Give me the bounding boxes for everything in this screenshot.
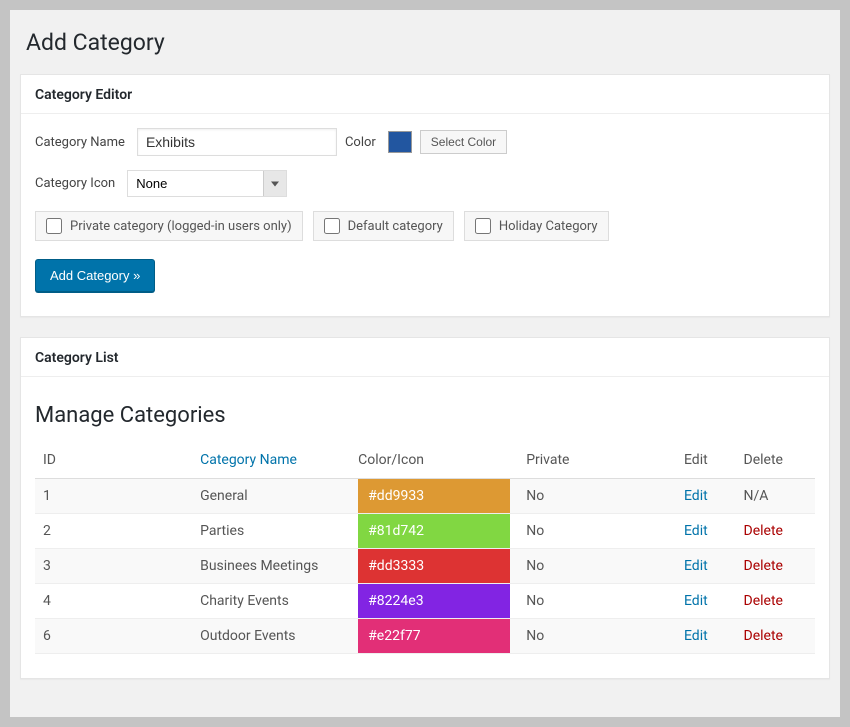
- cell-category-name: General: [192, 479, 350, 514]
- cell-color: #e22f77: [350, 619, 518, 654]
- table-row: 4Charity Events#8224e3No Edit Delete: [35, 584, 815, 619]
- private-checkbox-group[interactable]: Private category (logged-in users only): [35, 211, 303, 241]
- cell-edit: Edit: [676, 549, 736, 584]
- edit-link[interactable]: Edit: [684, 488, 708, 504]
- cell-delete: Delete: [736, 549, 815, 584]
- cell-category-name: Parties: [192, 514, 350, 549]
- icon-row: Category Icon: [35, 170, 815, 197]
- category-icon-select-wrap: [127, 170, 287, 197]
- cell-delete: N/A: [736, 479, 815, 514]
- select-color-button[interactable]: Select Color: [420, 130, 507, 154]
- cell-color: #dd9933: [350, 479, 518, 514]
- cell-edit: Edit: [676, 584, 736, 619]
- cell-id: 6: [35, 619, 192, 654]
- cell-private: No: [518, 619, 676, 654]
- holiday-checkbox-label: Holiday Category: [499, 219, 598, 234]
- default-checkbox[interactable]: [324, 218, 340, 234]
- holiday-checkbox[interactable]: [475, 218, 491, 234]
- cell-id: 3: [35, 549, 192, 584]
- page-wrap: Add Category Category Editor Category Na…: [10, 10, 840, 717]
- category-editor-panel: Category Editor Category Name Color Sele…: [20, 74, 830, 317]
- cell-color: #dd3333: [350, 549, 518, 584]
- color-label: Color: [345, 135, 376, 150]
- color-chip: #dd9933: [358, 479, 510, 513]
- cell-delete: Delete: [736, 514, 815, 549]
- delete-link[interactable]: Delete: [744, 593, 783, 609]
- delete-link[interactable]: Delete: [744, 523, 783, 539]
- name-color-row: Category Name Color Select Color: [35, 128, 815, 156]
- cell-color: #8224e3: [350, 584, 518, 619]
- col-id: ID: [35, 442, 192, 479]
- cell-edit: Edit: [676, 619, 736, 654]
- delete-link[interactable]: Delete: [744, 558, 783, 574]
- table-header-row: ID Category Name Color/Icon Private Edit…: [35, 442, 815, 479]
- color-chip: #8224e3: [358, 584, 510, 618]
- color-swatch[interactable]: [388, 131, 412, 153]
- cell-edit: Edit: [676, 479, 736, 514]
- cell-color: #81d742: [350, 514, 518, 549]
- cell-id: 1: [35, 479, 192, 514]
- color-chip: #e22f77: [358, 619, 510, 653]
- default-checkbox-label: Default category: [348, 219, 443, 234]
- cell-category-name: Charity Events: [192, 584, 350, 619]
- cell-category-name: Businees Meetings: [192, 549, 350, 584]
- category-list-panel: Category List Manage Categories ID Categ…: [20, 337, 830, 679]
- edit-link[interactable]: Edit: [684, 523, 708, 539]
- col-category-name[interactable]: Category Name: [192, 442, 350, 479]
- delete-na: N/A: [744, 488, 769, 504]
- manage-categories-heading: Manage Categories: [35, 403, 815, 428]
- category-editor-body: Category Name Color Select Color Categor…: [21, 114, 829, 316]
- category-list-body: Manage Categories ID Category Name Color…: [21, 377, 829, 678]
- col-color-icon: Color/Icon: [350, 442, 518, 479]
- cell-private: No: [518, 584, 676, 619]
- category-icon-select[interactable]: [127, 170, 287, 197]
- default-checkbox-group[interactable]: Default category: [313, 211, 454, 241]
- edit-link[interactable]: Edit: [684, 558, 708, 574]
- table-row: 3Businees Meetings#dd3333No Edit Delete: [35, 549, 815, 584]
- private-checkbox[interactable]: [46, 218, 62, 234]
- category-editor-heading: Category Editor: [21, 75, 829, 114]
- col-private: Private: [518, 442, 676, 479]
- edit-link[interactable]: Edit: [684, 593, 708, 609]
- category-icon-label: Category Icon: [35, 176, 115, 191]
- category-name-input[interactable]: [137, 128, 337, 156]
- categories-table: ID Category Name Color/Icon Private Edit…: [35, 442, 815, 654]
- cell-delete: Delete: [736, 619, 815, 654]
- category-name-label: Category Name: [35, 135, 125, 150]
- col-delete: Delete: [736, 442, 815, 479]
- cell-category-name: Outdoor Events: [192, 619, 350, 654]
- cell-id: 2: [35, 514, 192, 549]
- category-list-heading: Category List: [21, 338, 829, 377]
- table-row: 6Outdoor Events#e22f77NoEditDelete: [35, 619, 815, 654]
- cell-id: 4: [35, 584, 192, 619]
- cell-private: No: [518, 549, 676, 584]
- cell-private: No: [518, 514, 676, 549]
- private-checkbox-label: Private category (logged-in users only): [70, 219, 292, 234]
- cell-delete: Delete: [736, 584, 815, 619]
- color-chip: #dd3333: [358, 549, 510, 583]
- add-category-button[interactable]: Add Category »: [35, 259, 155, 292]
- cell-edit: Edit: [676, 514, 736, 549]
- checkbox-row: Private category (logged-in users only) …: [35, 211, 815, 241]
- color-chip: #81d742: [358, 514, 510, 548]
- page-title: Add Category: [20, 20, 830, 74]
- cell-private: No: [518, 479, 676, 514]
- table-row: 1General#dd9933No Edit N/A: [35, 479, 815, 514]
- col-edit: Edit: [676, 442, 736, 479]
- table-row: 2Parties#81d742No Edit Delete: [35, 514, 815, 549]
- holiday-checkbox-group[interactable]: Holiday Category: [464, 211, 609, 241]
